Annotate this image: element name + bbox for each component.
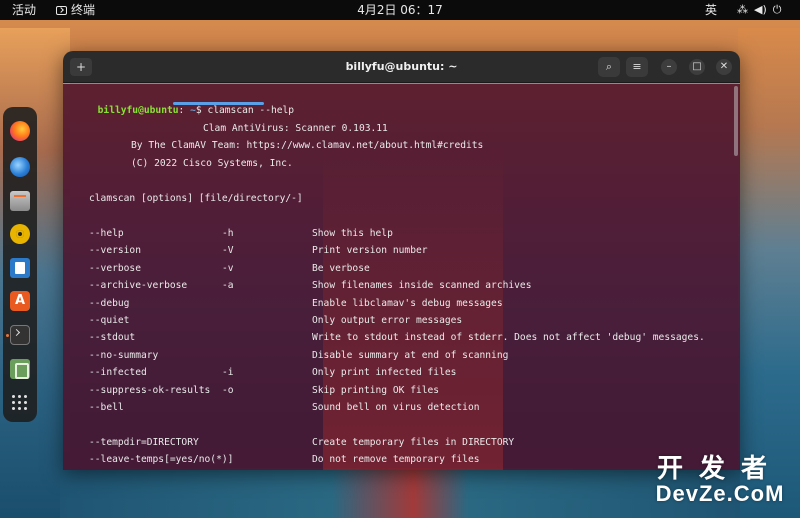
option-long: --infected [89, 367, 147, 379]
volume-icon: ◀) [754, 3, 767, 16]
option-description: Show filenames inside scanned archives [312, 280, 532, 292]
system-tray[interactable]: ⁂ ◀) ⏻ [737, 3, 781, 17]
minimize-icon: – [666, 61, 672, 72]
option-long: --verbose [89, 262, 141, 274]
header-line: By The ClamAV Team: https://www.clamav.n… [131, 140, 484, 151]
trash-icon[interactable] [10, 359, 30, 379]
terminal-output[interactable]: billyfu@ubuntu: ~$ clamscan --help Clam … [63, 84, 740, 470]
option-description: Do not remove temporary files [312, 454, 480, 466]
watermark-logo: 开发者 DevZe.CoM [644, 454, 796, 506]
app-store-icon[interactable]: A [10, 291, 30, 311]
option-long: --debug [89, 297, 130, 309]
rhythmbox-icon[interactable] [10, 224, 30, 244]
option-short: -V [222, 245, 234, 257]
network-icon: ⁂ [737, 3, 748, 16]
header-line: Clam AntiVirus: Scanner 0.103.11 [203, 123, 388, 134]
thunderbird-icon[interactable] [10, 157, 30, 177]
scrollbar[interactable] [734, 86, 738, 156]
top-bar: 活动 终端 4月2日 06：17 英 ⁂ ◀) ⏻ [0, 0, 800, 20]
option-short: -h [222, 228, 234, 239]
header-line: (C) 2022 Cisco Systems, Inc. [131, 158, 293, 169]
usage-line: clamscan [options] [file/directory/-] [89, 193, 303, 204]
close-icon: ✕ [719, 61, 729, 72]
option-short: -a [222, 280, 234, 292]
hamburger-menu-icon: ≡ [632, 60, 642, 73]
option-long: --version [89, 245, 141, 257]
option-description: Show this help [312, 228, 393, 239]
option-long: --tempdir=DIRECTORY [89, 437, 199, 448]
writer-icon[interactable] [10, 258, 30, 278]
command-highlight [173, 102, 264, 105]
wallpaper-bottom [60, 468, 740, 518]
option-description: Only output error messages [312, 315, 463, 326]
maximize-icon: □ [692, 61, 702, 72]
firefox-icon[interactable] [10, 121, 30, 141]
input-method-indicator[interactable]: 英 [705, 0, 717, 20]
search-icon: ⌕ [605, 60, 613, 73]
option-description: Write to stdout instead of stderr. Does … [312, 332, 705, 344]
menu-button[interactable]: ≡ [626, 57, 648, 77]
command-text: clamscan --help [207, 105, 295, 116]
option-description: Enable libclamav's debug messages [312, 297, 503, 309]
option-description: Create temporary files in DIRECTORY [312, 437, 515, 448]
prompt-line: billyfu@ubuntu: ~$ clamscan --help [63, 85, 294, 116]
option-short: -o [222, 384, 234, 396]
option-description: Print version number [312, 245, 428, 257]
option-short: -v [222, 262, 234, 274]
option-long: --bell [89, 402, 124, 413]
app-grid-icon[interactable] [10, 393, 30, 413]
prompt-user: billyfu@ubuntu [97, 105, 179, 116]
power-icon: ⏻ [772, 3, 782, 16]
option-long: --quiet [89, 315, 130, 326]
terminal-icon[interactable] [6, 325, 30, 345]
option-description: Be verbose [312, 262, 370, 274]
watermark-cn: 开发者 [656, 453, 783, 483]
option-short: -i [222, 367, 234, 379]
close-button[interactable]: ✕ [716, 59, 732, 75]
title-bar[interactable]: + billyfu@ubuntu: ~ ⌕ ≡ – □ ✕ [63, 51, 740, 83]
maximize-button[interactable]: □ [689, 59, 705, 75]
option-long: --leave-temps[=yes/no(*)] [89, 454, 234, 466]
option-long: --no-summary [89, 349, 159, 361]
minimize-button[interactable]: – [661, 59, 677, 75]
option-description: Disable summary at end of scanning [312, 349, 509, 361]
option-long: --suppress-ok-results [89, 384, 211, 396]
wallpaper-right [738, 28, 800, 518]
clock[interactable]: 4月2日 06：17 [0, 0, 800, 20]
option-description: Skip printing OK files [312, 384, 440, 396]
option-long: --archive-verbose [89, 280, 188, 292]
option-description: Only print infected files [312, 367, 457, 379]
option-description: Sound bell on virus detection [312, 402, 480, 413]
files-icon[interactable] [10, 191, 30, 211]
watermark-en: DevZe.CoM [655, 481, 785, 506]
search-button[interactable]: ⌕ [598, 57, 620, 77]
option-long: --stdout [89, 332, 136, 344]
dock: A [3, 107, 37, 422]
option-long: --help [89, 228, 124, 239]
terminal-window: + billyfu@ubuntu: ~ ⌕ ≡ – □ ✕ billyfu@ub… [63, 51, 740, 470]
